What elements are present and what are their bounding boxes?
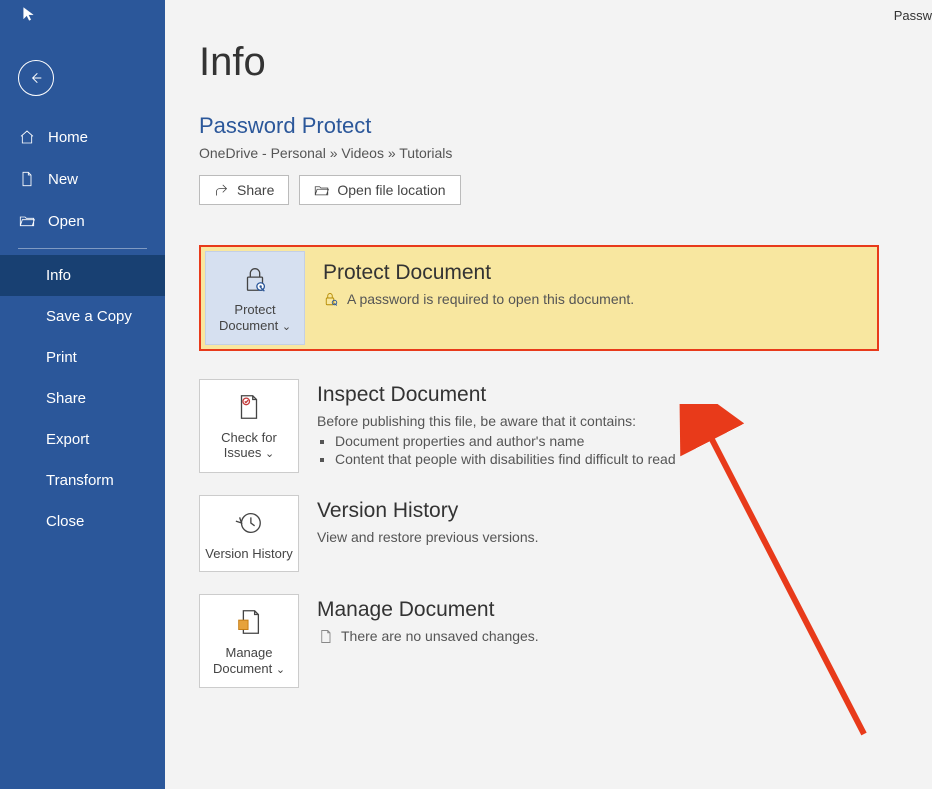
key-icon (323, 291, 339, 307)
list-item: Content that people with disabilities fi… (335, 451, 932, 467)
manage-document-section: Manage Document ⌄ Manage Document There … (199, 594, 932, 688)
section-description: View and restore previous versions. (317, 529, 539, 545)
document-icon (18, 170, 36, 188)
section-intro: Before publishing this file, be aware th… (317, 413, 636, 429)
protect-document-info: Protect Document A password is required … (323, 251, 873, 307)
chevron-down-icon: ⌄ (282, 321, 291, 333)
sidebar-item-export[interactable]: Export (0, 419, 165, 460)
share-icon (214, 183, 229, 198)
sidebar-secondary: Info Save a Copy Print Share Export Tran… (0, 255, 165, 542)
action-row: Share Open file location (199, 175, 932, 205)
sidebar-divider (18, 248, 147, 249)
check-for-issues-button[interactable]: Check for Issues ⌄ (199, 379, 299, 473)
sidebar-item-save-copy[interactable]: Save a Copy (0, 296, 165, 337)
sidebar-item-home[interactable]: Home (0, 116, 165, 158)
home-icon (18, 128, 36, 146)
sidebar-item-label: Open (48, 213, 85, 230)
share-button-label: Share (237, 182, 274, 198)
tile-label: Check for Issues ⌄ (204, 430, 294, 462)
list-item: Document properties and author's name (335, 433, 932, 449)
sidebar-item-info[interactable]: Info (0, 255, 165, 296)
section-heading: Protect Document (323, 261, 873, 285)
back-button[interactable] (18, 60, 54, 96)
version-history-button[interactable]: Version History (199, 495, 299, 573)
section-description: There are no unsaved changes. (341, 628, 539, 644)
sidebar-item-label: Save a Copy (46, 308, 132, 325)
sidebar-item-label: Share (46, 390, 86, 407)
sidebar-item-share[interactable]: Share (0, 378, 165, 419)
sidebar-item-open[interactable]: Open (0, 200, 165, 242)
sidebar-item-new[interactable]: New (0, 158, 165, 200)
manage-document-button[interactable]: Manage Document ⌄ (199, 594, 299, 688)
open-file-location-button[interactable]: Open file location (299, 175, 460, 205)
section-heading: Manage Document (317, 598, 932, 622)
window-title-cropped: Passw (894, 8, 932, 23)
inspect-issues-list: Document properties and author's name Co… (335, 433, 932, 467)
protect-document-button[interactable]: Protect Document ⌄ (205, 251, 305, 345)
breadcrumb: OneDrive - Personal » Videos » Tutorials (199, 145, 932, 161)
app-root: Home New Open Info Save a Copy Print Sha… (0, 0, 932, 789)
lock-key-icon (238, 262, 272, 296)
sidebar-item-close[interactable]: Close (0, 501, 165, 542)
sidebar-item-label: Transform (46, 472, 114, 489)
sidebar-item-label: Print (46, 349, 77, 366)
sidebar-item-label: Info (46, 267, 71, 284)
protect-document-section: Protect Document ⌄ Protect Document A pa… (199, 245, 879, 351)
inspect-icon (232, 390, 266, 424)
cursor-icon (22, 6, 38, 27)
manage-document-info: Manage Document There are no unsaved cha… (317, 594, 932, 644)
chevron-down-icon: ⌄ (276, 664, 285, 676)
sidebar-item-label: Home (48, 129, 88, 146)
inspect-document-section: Check for Issues ⌄ Inspect Document Befo… (199, 379, 932, 473)
sidebar-item-print[interactable]: Print (0, 337, 165, 378)
manage-doc-icon (232, 605, 266, 639)
sidebar-item-label: Export (46, 431, 89, 448)
page-title: Info (199, 40, 932, 85)
version-history-section: Version History Version History View and… (199, 495, 932, 573)
sidebar: Home New Open Info Save a Copy Print Sha… (0, 0, 165, 789)
chevron-down-icon: ⌄ (265, 448, 274, 460)
inspect-document-info: Inspect Document Before publishing this … (317, 379, 932, 469)
tile-label: Manage Document ⌄ (204, 645, 294, 677)
folder-open-icon (314, 183, 329, 198)
section-heading: Version History (317, 499, 932, 523)
open-file-location-label: Open file location (337, 182, 445, 198)
sidebar-item-label: Close (46, 513, 84, 530)
tile-label: Version History (205, 546, 292, 562)
main-content: Passw Info Password Protect OneDrive - P… (165, 0, 932, 789)
section-description: A password is required to open this docu… (347, 291, 634, 307)
tile-label: Protect Document ⌄ (210, 302, 300, 334)
section-heading: Inspect Document (317, 383, 932, 407)
version-history-info: Version History View and restore previou… (317, 495, 932, 545)
sidebar-item-transform[interactable]: Transform (0, 460, 165, 501)
folder-open-icon (18, 212, 36, 230)
history-icon (232, 506, 266, 540)
doc-small-icon (317, 628, 333, 644)
share-button[interactable]: Share (199, 175, 289, 205)
document-title: Password Protect (199, 113, 932, 139)
sidebar-item-label: New (48, 171, 78, 188)
